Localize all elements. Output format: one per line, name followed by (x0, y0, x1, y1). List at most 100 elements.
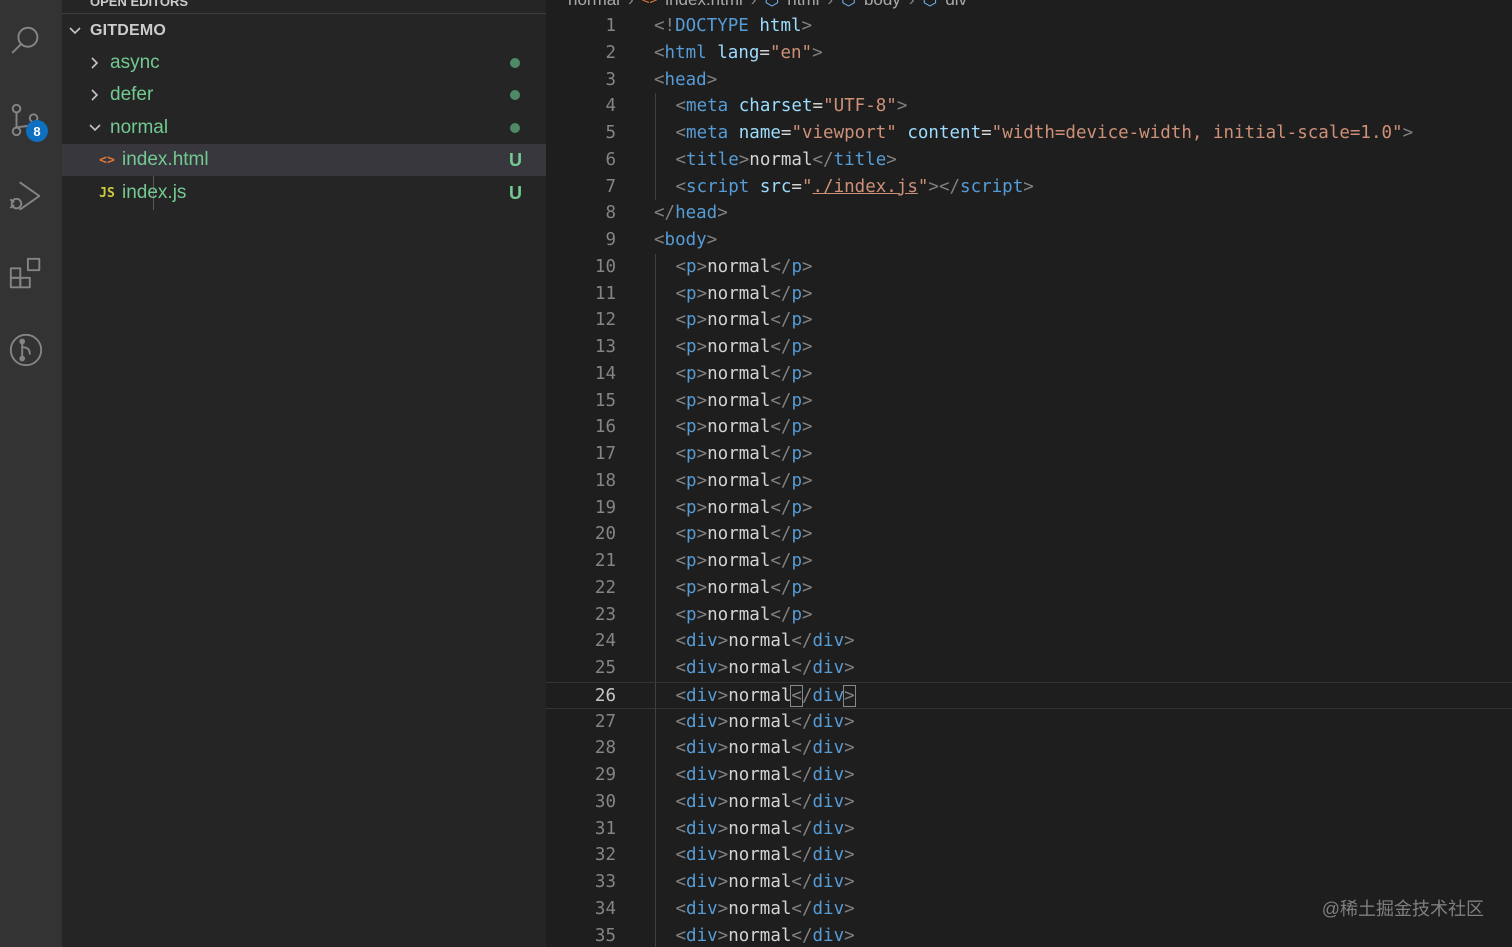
code-token: div (686, 872, 718, 892)
folder-label: normal (110, 117, 169, 138)
code-token: p (791, 577, 802, 598)
workspace-section-header[interactable]: GITDEMO (62, 15, 546, 47)
code-token: normal (707, 524, 771, 545)
file-label: index.html (122, 149, 209, 170)
code-token: < (675, 765, 687, 785)
code-line[interactable]: 26 <div>normal</div> (546, 681, 1512, 710)
code-token: ></ (928, 176, 961, 197)
line-source: <p>normal</p> (676, 441, 813, 468)
git-graph-icon[interactable] (0, 324, 52, 376)
code-line[interactable]: 33 <div>normal</div> (546, 869, 1512, 896)
code-line[interactable]: 2 <html lang="en"> (546, 40, 1512, 67)
code-line[interactable]: 23 <p>normal</p> (546, 601, 1512, 629)
line-number: 24 (594, 631, 616, 652)
code-line[interactable]: 28 <div>normal</div> (546, 735, 1512, 762)
search-icon[interactable] (0, 16, 52, 68)
breadcrumb-item[interactable]: index.html (665, 0, 742, 10)
open-editors-header[interactable]: OPEN EDITORS (62, 0, 546, 14)
code-token: p (686, 577, 697, 598)
indent-guide (655, 842, 656, 869)
code-line[interactable]: 30 <div>normal</div> (546, 788, 1512, 816)
code-line[interactable]: 8 </head> (546, 200, 1512, 227)
code-line[interactable]: 35 <div>normal</div> (546, 922, 1512, 947)
folder-label: async (110, 52, 160, 73)
code-token: < (675, 390, 687, 411)
code-token: < (675, 604, 687, 625)
indent-guide (655, 735, 656, 762)
code-line[interactable]: 10 <p>normal</p> (546, 253, 1512, 281)
code-token: > (696, 337, 708, 357)
code-line[interactable]: 13 <p>normal</p> (546, 334, 1512, 361)
code-line[interactable]: 18 <p>normal</p> (546, 467, 1512, 495)
code-line[interactable]: 1 <!DOCTYPE html> (546, 13, 1512, 40)
code-line[interactable]: 4 <meta charset="UTF-8"> (546, 93, 1512, 120)
tree-folder-async[interactable]: async (62, 47, 546, 79)
code-line[interactable]: 22 <p>normal</p> (546, 574, 1512, 602)
code-line[interactable]: 20 <p>normal</p> (546, 521, 1512, 548)
code-line[interactable]: 11 <p>normal</p> (546, 280, 1512, 308)
line-source: <!DOCTYPE html> (654, 13, 812, 40)
breadcrumb-item[interactable]: normal (568, 0, 620, 10)
tree-folder-normal[interactable]: normal (62, 112, 546, 144)
workspace-title: GITDEMO (90, 22, 167, 39)
code-token: html (664, 42, 707, 63)
code-line[interactable]: 14 <p>normal</p> (546, 360, 1512, 388)
code-token: <! (654, 16, 676, 36)
code-line[interactable]: 12 <p>normal</p> (546, 307, 1512, 334)
code-token: > (717, 925, 729, 946)
extensions-icon[interactable] (0, 248, 52, 300)
code-token: div (686, 711, 718, 732)
modified-dot (510, 90, 520, 100)
code-token: > (844, 925, 855, 946)
run-debug-icon[interactable] (0, 170, 52, 222)
code-lines[interactable]: 1 <!DOCTYPE html> 2 <html lang="en"> 3 <head>… (546, 13, 1512, 947)
code-token: div (686, 925, 718, 946)
code-token: </ (791, 872, 813, 892)
breadcrumb-item[interactable]: body (864, 0, 901, 10)
code-token: > (696, 470, 708, 491)
code-editor[interactable]: normal › <> index.html › ⬡ html › ⬡ body… (546, 0, 1512, 947)
code-line[interactable]: 9 <body> (546, 227, 1512, 254)
code-token: p (686, 551, 697, 571)
line-number: 19 (594, 497, 616, 518)
tree-file-index-js[interactable]: JS index.js U (62, 177, 546, 209)
code-token: normal (707, 337, 771, 357)
code-token: normal (749, 149, 813, 170)
code-line[interactable]: 21 <p>normal</p> (546, 548, 1512, 575)
code-line[interactable]: 24 <div>normal</div> (546, 628, 1512, 655)
tree-folder-defer[interactable]: defer (62, 79, 546, 111)
line-source: <div>normal</div> (676, 896, 855, 923)
chevron-right-icon (91, 57, 99, 69)
code-line[interactable]: 6 <title>normal</title> (546, 146, 1512, 174)
code-token: p (686, 604, 697, 625)
code-token: < (675, 738, 687, 759)
code-line[interactable]: 7 <script src="./index.js"></script> (546, 173, 1512, 201)
line-source: <p>normal</p> (676, 414, 813, 441)
code-token: "en" (769, 42, 813, 63)
code-line[interactable]: 16 <p>normal</p> (546, 414, 1512, 441)
code-token: DOCTYPE (675, 16, 749, 36)
code-line[interactable]: 5 <meta name="viewport" content="width=de… (546, 120, 1512, 147)
code-line[interactable]: 31 <div>normal</div> (546, 815, 1512, 843)
code-line[interactable]: 19 <p>normal</p> (546, 494, 1512, 522)
code-line[interactable]: 17 <p>normal</p> (546, 441, 1512, 468)
code-token: / (801, 685, 813, 706)
code-line[interactable]: 29 <div>normal</div> (546, 762, 1512, 789)
code-line[interactable]: 15 <p>normal</p> (546, 387, 1512, 415)
breadcrumb-item[interactable]: html (787, 0, 819, 10)
code-line[interactable]: 3 <head> (546, 67, 1512, 94)
code-line[interactable]: 25 <div>normal</div> (546, 655, 1512, 682)
code-line[interactable]: 32 <div>normal</div> (546, 842, 1512, 869)
line-number: 35 (594, 925, 616, 946)
breadcrumb-item[interactable]: div (945, 0, 967, 10)
code-token: p (791, 497, 802, 518)
line-source: <div>normal</div> (676, 683, 856, 710)
code-token: " (917, 176, 929, 197)
code-token: normal (728, 898, 792, 919)
code-line[interactable]: 27 <div>normal</div> (546, 708, 1512, 736)
line-source: <p>normal</p> (676, 521, 813, 548)
indent-guide (655, 895, 656, 923)
line-number: 32 (594, 845, 616, 866)
tree-file-index-html[interactable]: <> index.html U (62, 144, 546, 176)
